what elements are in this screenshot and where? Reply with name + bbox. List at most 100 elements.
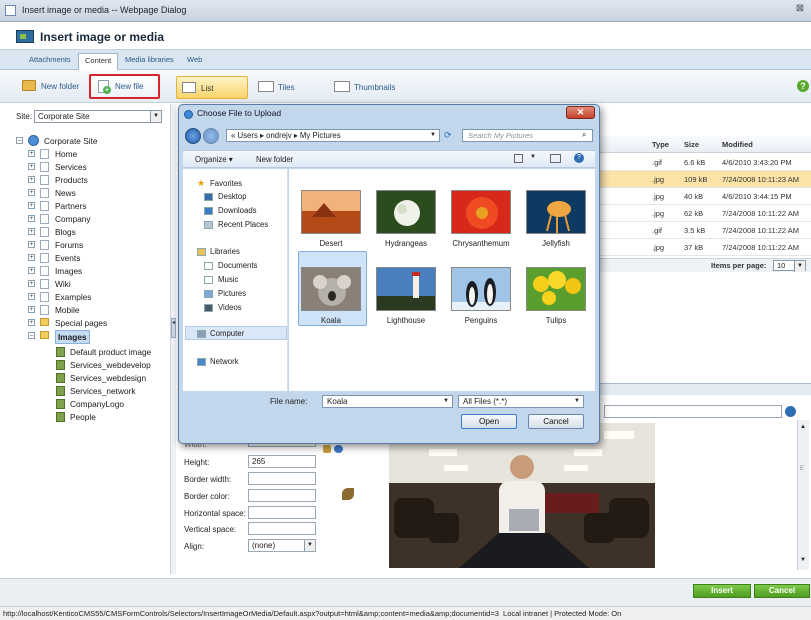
expand-icon[interactable]: + <box>28 280 35 287</box>
cell-type: .gif <box>652 158 663 167</box>
height-input[interactable]: 265 <box>248 455 316 468</box>
cancel-button[interactable]: Cancel <box>754 584 810 598</box>
expand-icon[interactable]: + <box>28 150 35 157</box>
dialog-cancel-button[interactable]: Cancel <box>528 414 584 429</box>
tab-web[interactable]: Web <box>187 55 202 64</box>
lock-icon[interactable] <box>323 445 331 453</box>
grid-header-type[interactable]: Type <box>652 140 669 149</box>
nav-pictures[interactable]: Pictures <box>218 288 246 299</box>
file-name-input[interactable]: Koala ▼ <box>322 395 453 408</box>
views-chevron-icon[interactable]: ▼ <box>530 154 536 160</box>
nav-computer[interactable]: Computer <box>210 328 244 339</box>
penguins-thumbnail[interactable] <box>451 267 511 311</box>
align-select[interactable]: (none) ▼ <box>248 539 316 552</box>
chevron-down-icon[interactable]: ▼ <box>443 396 449 407</box>
url-input[interactable] <box>604 405 782 418</box>
expand-icon[interactable]: + <box>28 293 35 300</box>
table-row[interactable]: .gif 3.5 kB 7/24/2008 10:11:22 AM <box>600 222 811 239</box>
koala-thumbnail[interactable] <box>301 267 361 311</box>
libraries-icon <box>197 248 206 256</box>
tab-attachments[interactable]: Attachments <box>29 55 71 64</box>
nav-favorites[interactable]: Favorites <box>210 178 242 189</box>
file-type-value: All Files (*.*) <box>463 397 508 406</box>
expand-icon[interactable]: + <box>28 306 35 313</box>
table-row[interactable]: .gif 6.6 kB 4/6/2010 3:43:20 PM <box>600 154 811 171</box>
expand-icon[interactable]: + <box>28 241 35 248</box>
grid-header-size[interactable]: Size <box>684 140 699 149</box>
nav-documents[interactable]: Documents <box>218 260 257 271</box>
scroll-handle[interactable]: E <box>800 466 804 472</box>
nav-network[interactable]: Network <box>210 356 239 367</box>
refresh-icon[interactable]: ⟳ <box>444 130 452 141</box>
help-icon[interactable]: ? <box>797 80 809 92</box>
expand-icon[interactable]: + <box>28 215 35 222</box>
items-per-page-select[interactable]: 10 ▼ <box>773 260 806 272</box>
network-icon <box>197 358 206 366</box>
nav-libraries[interactable]: Libraries <box>210 246 240 257</box>
back-icon[interactable] <box>185 128 201 144</box>
file-type-select[interactable]: All Files (*.*) ▼ <box>458 395 584 408</box>
preview-pane-icon[interactable] <box>550 154 561 163</box>
expand-icon[interactable]: + <box>28 228 35 235</box>
nav-music[interactable]: Music <box>218 274 238 285</box>
nav-desktop[interactable]: Desktop <box>218 191 247 202</box>
table-row[interactable]: .jpg 62 kB 7/24/2008 10:11:22 AM <box>600 205 811 222</box>
reset-size-icon[interactable] <box>334 445 343 453</box>
scroll-up-icon[interactable]: ▲ <box>800 424 806 430</box>
chevron-down-icon: ▼ <box>150 111 161 122</box>
expand-icon[interactable]: + <box>28 319 35 326</box>
address-bar[interactable]: « Users ▸ ondrejv ▸ My Pictures ▼ <box>226 129 440 142</box>
desert-thumbnail[interactable] <box>301 190 361 234</box>
expand-icon[interactable]: + <box>28 176 35 183</box>
jellyfish-thumbnail[interactable] <box>526 190 586 234</box>
search-input[interactable]: Search My Pictures <box>462 129 593 142</box>
horizontal-space-input[interactable] <box>248 506 316 519</box>
forward-icon[interactable] <box>203 128 219 144</box>
site-select[interactable]: Corporate Site ▼ <box>34 110 162 123</box>
lighthouse-thumbnail[interactable] <box>376 267 436 311</box>
tab-media-libraries[interactable]: Media libraries <box>125 55 174 64</box>
scroll-down-icon[interactable]: ▼ <box>800 557 806 563</box>
expand-icon[interactable]: + <box>28 163 35 170</box>
border-color-input[interactable] <box>248 489 316 502</box>
collapse-icon[interactable]: – <box>28 332 35 339</box>
nav-downloads[interactable]: Downloads <box>218 205 257 216</box>
expand-icon[interactable]: + <box>28 202 35 209</box>
collapse-icon[interactable]: – <box>16 137 23 144</box>
preview-scrollbar[interactable]: ▲ E ▼ <box>797 420 809 570</box>
color-picker-icon[interactable] <box>342 488 354 500</box>
cell-size: 62 kB <box>684 209 704 218</box>
collapse-pane-icon[interactable]: ◂ <box>171 318 176 338</box>
table-row[interactable]: .jpg 109 kB 7/24/2008 10:11:23 AM <box>600 171 811 188</box>
tulips-thumbnail[interactable] <box>526 267 586 311</box>
organize-button[interactable]: Organize ▾ <box>195 155 233 164</box>
refresh-icon[interactable] <box>785 406 796 417</box>
dialog-new-folder-button[interactable]: New folder <box>256 155 293 164</box>
expand-icon[interactable]: + <box>28 189 35 196</box>
expand-icon[interactable]: + <box>28 254 35 261</box>
new-file-button[interactable]: + New file <box>89 74 160 99</box>
view-list-button[interactable]: List <box>176 76 248 99</box>
nav-videos[interactable]: Videos <box>218 302 242 313</box>
insert-button[interactable]: Insert <box>693 584 751 598</box>
hydrangeas-thumbnail[interactable] <box>376 190 436 234</box>
expand-icon[interactable]: + <box>28 267 35 274</box>
chevron-down-icon: ▼ <box>574 398 580 404</box>
pane-splitter[interactable]: ◂ <box>170 104 176 574</box>
vertical-space-input[interactable] <box>248 522 316 535</box>
table-row[interactable]: .jpg 40 kB 4/6/2010 3:44:15 PM <box>600 188 811 205</box>
chrysanthemum-thumbnail[interactable] <box>451 190 511 234</box>
window-close-icon[interactable]: ⊠ <box>792 3 808 17</box>
chevron-down-icon[interactable]: ▼ <box>430 130 436 141</box>
open-button[interactable]: Open <box>461 414 517 429</box>
grid-header-modified[interactable]: Modified <box>722 140 753 149</box>
border-width-input[interactable] <box>248 472 316 485</box>
grid-header: Type Size Modified <box>600 136 811 153</box>
table-row[interactable]: .jpg 37 kB 7/24/2008 10:11:22 AM <box>600 239 811 256</box>
tree-node-label: Blogs <box>55 227 76 237</box>
file-dialog-close-button[interactable]: ✕ <box>566 106 595 119</box>
nav-recent-places[interactable]: Recent Places <box>218 219 268 230</box>
views-icon[interactable] <box>514 154 523 163</box>
help-icon[interactable]: ? <box>574 153 584 163</box>
tab-content[interactable]: Content <box>78 53 119 70</box>
